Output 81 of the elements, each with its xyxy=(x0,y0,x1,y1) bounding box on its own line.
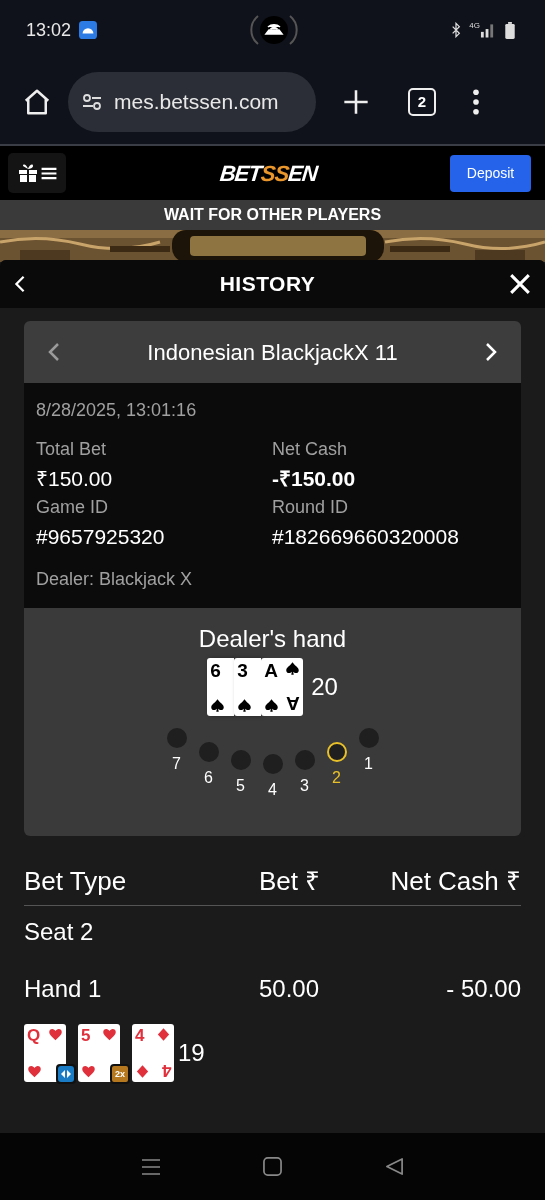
field-value: ₹150.00 xyxy=(36,466,114,492)
seat-number: 2 xyxy=(332,768,341,788)
spade-suit-icon xyxy=(210,698,226,713)
previous-icon[interactable] xyxy=(48,342,60,362)
field-label: Game ID xyxy=(36,496,110,518)
home-icon xyxy=(22,87,52,117)
seat-marker[interactable] xyxy=(230,750,251,770)
network-label: 4G xyxy=(469,20,480,32)
section-title: Dealer's hand xyxy=(198,624,347,654)
hand-total: 19 xyxy=(178,1038,205,1068)
recent-apps-icon[interactable] xyxy=(141,1156,162,1177)
seat-number: 1 xyxy=(364,754,373,774)
seat-marker[interactable] xyxy=(198,742,219,762)
card-rank: 4 xyxy=(161,1062,171,1079)
diamond-suit-icon xyxy=(135,1064,150,1079)
signal-icon xyxy=(480,22,495,38)
seat-marker[interactable] xyxy=(326,742,347,762)
seat-number: 7 xyxy=(172,754,181,774)
field-value: -₹150.00 xyxy=(272,466,357,492)
round-datetime: 8/28/2025, 13:01:16 xyxy=(36,399,198,422)
hotspot-icon xyxy=(250,12,299,48)
plus-icon xyxy=(342,88,370,116)
field-label: Net Cash xyxy=(272,438,349,460)
seat-number: 6 xyxy=(204,768,213,788)
card-rank: 3 xyxy=(237,661,248,680)
seat-marker[interactable] xyxy=(262,754,283,774)
card-rank: 4 xyxy=(135,1027,145,1044)
site-logo: BETSSEN xyxy=(217,159,319,188)
field-value: #182669660320008 xyxy=(272,524,460,550)
spade-suit-icon xyxy=(264,698,280,713)
status-time: 13:02 xyxy=(26,18,72,42)
seat-label: Seat 2 xyxy=(24,917,94,947)
next-icon[interactable] xyxy=(485,342,497,362)
spade-suit-icon xyxy=(285,661,301,676)
double-badge: 2x xyxy=(110,1064,130,1084)
heart-suit-icon xyxy=(27,1064,42,1079)
card-rank: A xyxy=(286,694,301,713)
seat-number: 5 xyxy=(236,776,245,796)
home-nav-icon[interactable] xyxy=(263,1157,283,1176)
card-rank: Q xyxy=(27,1027,41,1044)
dealer-name: Dealer: Blackjack X xyxy=(36,568,194,591)
bluetooth-icon xyxy=(451,22,462,38)
heart-suit-icon xyxy=(48,1027,63,1042)
table-cell-text: Hand 1 xyxy=(24,974,103,1004)
field-value: #9657925320 xyxy=(36,524,166,550)
android-app-icon xyxy=(79,21,98,39)
seat-marker[interactable] xyxy=(358,728,379,748)
column-header: Bet Type xyxy=(24,865,128,898)
gift-icon xyxy=(17,163,38,183)
heart-suit-icon xyxy=(102,1027,117,1042)
back-icon[interactable] xyxy=(14,275,26,293)
card-rank: A xyxy=(264,661,278,680)
field-label: Round ID xyxy=(272,496,350,518)
close-icon[interactable] xyxy=(509,273,531,295)
field-label: Total Bet xyxy=(36,438,108,460)
menu-icon xyxy=(40,166,57,180)
panel-title: HISTORY xyxy=(219,271,316,298)
table-cell-text: - 50.00 xyxy=(445,974,521,1004)
game-title: Indonesian BlackjackX 11 xyxy=(147,338,398,367)
spade-suit-icon xyxy=(237,698,253,713)
seat-number: 3 xyxy=(300,776,309,796)
seat-number: 4 xyxy=(268,780,277,800)
seat-marker[interactable] xyxy=(294,750,315,770)
tab-switcher-button[interactable]: 2 xyxy=(408,88,436,116)
more-menu-icon[interactable] xyxy=(472,89,480,115)
column-header: Net Cash ₹ xyxy=(389,865,521,898)
heart-suit-icon xyxy=(81,1064,96,1079)
seat-marker[interactable] xyxy=(166,728,187,748)
card-rank: 5 xyxy=(81,1027,91,1044)
hand-total: 20 xyxy=(311,672,338,702)
deposit-button[interactable]: Deposit xyxy=(450,154,531,192)
status-banner: WAIT FOR OTHER PLAYERS xyxy=(0,200,545,230)
address-bar[interactable]: mes.betssen.com xyxy=(68,72,316,132)
battery-icon xyxy=(505,21,515,39)
table-cell-text: 50.00 xyxy=(259,974,321,1004)
back-nav-icon[interactable] xyxy=(384,1157,404,1176)
card-rank: 6 xyxy=(210,661,221,680)
diamond-suit-icon xyxy=(156,1027,171,1042)
column-header: Bet ₹ xyxy=(259,865,322,898)
gift-menu-button[interactable] xyxy=(8,153,66,193)
url-text: mes.betssen.com xyxy=(114,89,279,116)
